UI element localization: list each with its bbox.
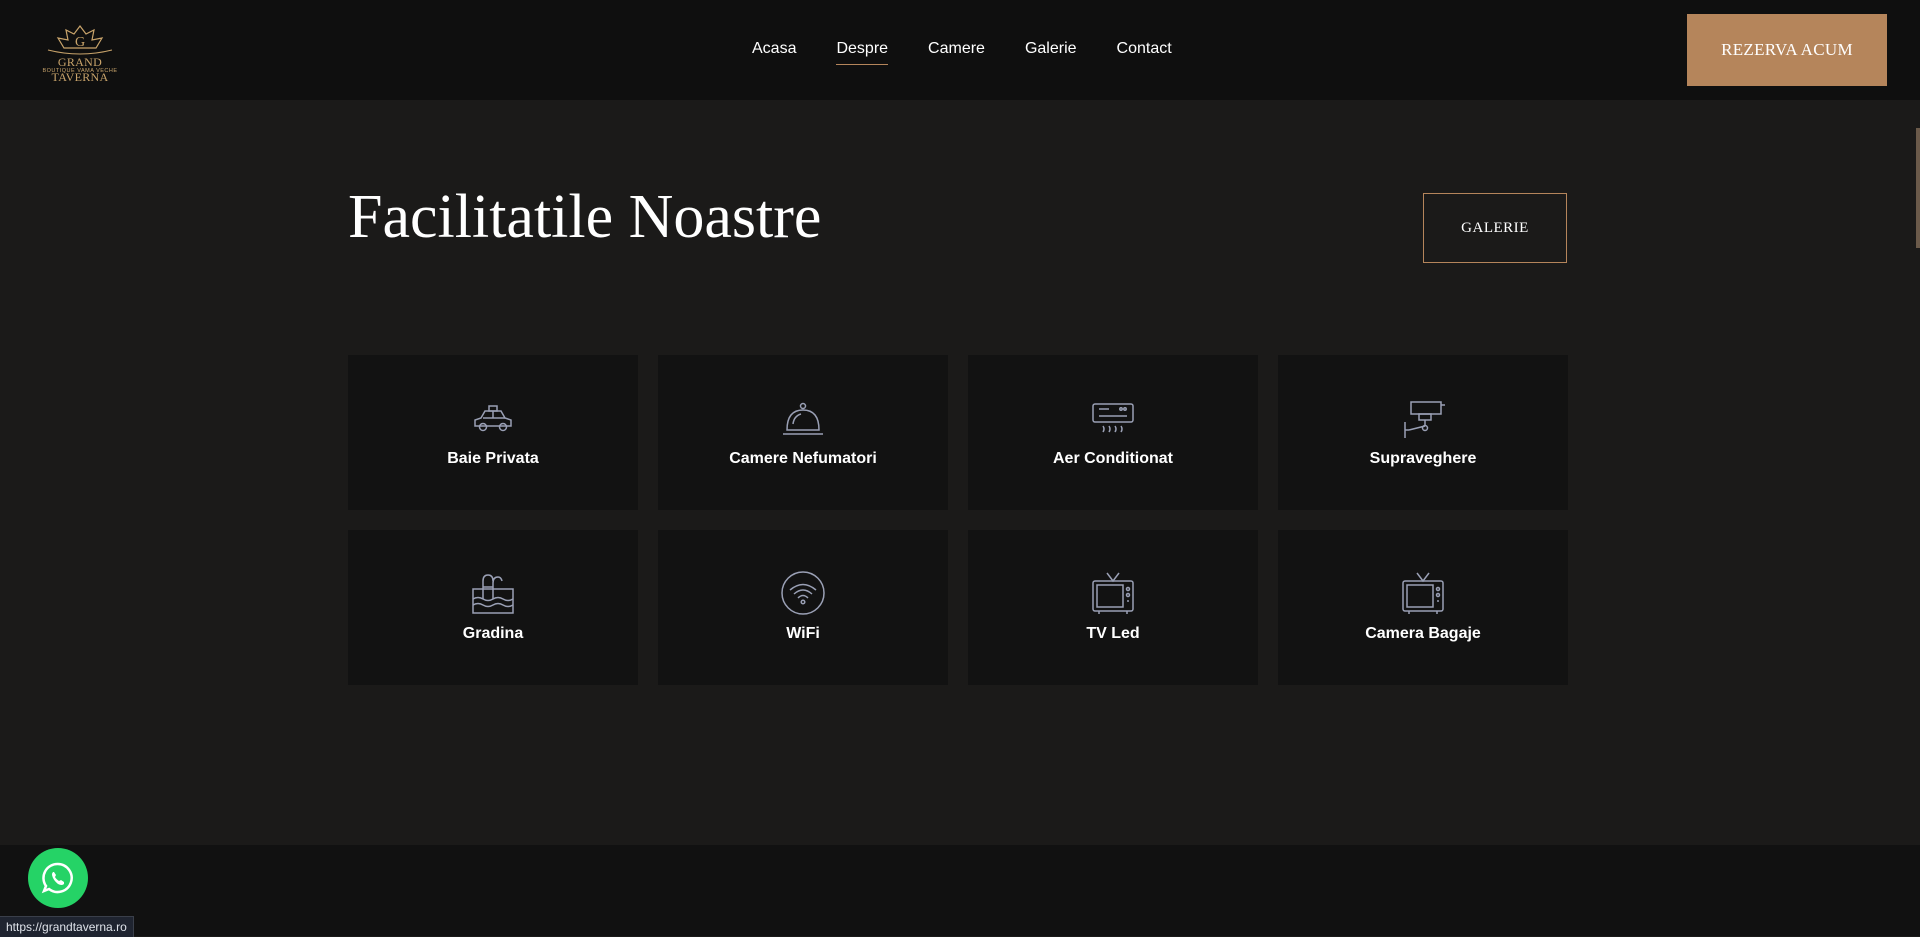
logo[interactable]: G GRAND TAVERNA BOUTIQUE VAMA VECHE [28, 24, 132, 84]
nav-item-contact[interactable]: Contact [1097, 37, 1192, 61]
facility-label: Baie Privata [447, 449, 539, 467]
facility-label: Camera Bagaje [1365, 624, 1481, 642]
facility-card: Camere Nefumatori [658, 355, 948, 510]
whatsapp-chat-button[interactable] [28, 848, 88, 908]
nav-item-despre[interactable]: Despre [816, 37, 908, 65]
room-service-bell-icon [779, 394, 827, 442]
facility-label: WiFi [786, 624, 820, 642]
section-title: Facilitatile Noastre [348, 183, 822, 251]
gallery-button[interactable]: GALERIE [1423, 193, 1567, 263]
nav-item-acasa[interactable]: Acasa [732, 37, 816, 61]
facility-card: WiFi [658, 530, 948, 685]
tv-icon [1089, 569, 1137, 617]
nav-item-camere[interactable]: Camere [908, 37, 1005, 61]
facility-label: Gradina [462, 624, 524, 642]
facility-label: Camere Nefumatori [729, 449, 877, 467]
air-conditioner-icon [1089, 394, 1137, 442]
logo-subtitle: BOUTIQUE VAMA VECHE [42, 68, 118, 74]
security-camera-icon [1399, 394, 1447, 442]
facility-label: TV Led [1086, 624, 1140, 642]
facility-card: TV Led [968, 530, 1258, 685]
facility-card: Supraveghere [1278, 355, 1568, 510]
facility-label: Aer Conditionat [1053, 449, 1173, 467]
status-bar-url: https://grandtaverna.ro [0, 916, 134, 937]
logo-crest-icon: G [47, 25, 113, 55]
facility-card: Aer Conditionat [968, 355, 1258, 510]
facility-card: Camera Bagaje [1278, 530, 1568, 685]
tv-icon [1399, 569, 1447, 617]
nav-item-galerie[interactable]: Galerie [1005, 37, 1097, 61]
main-nav: Acasa Despre Camere Galerie Contact [732, 37, 1192, 65]
scrollbar-thumb[interactable] [1916, 128, 1920, 248]
facility-card: Gradina [348, 530, 638, 685]
wifi-icon [779, 569, 827, 617]
facility-label: Supraveghere [1369, 449, 1477, 467]
site-header: G GRAND TAVERNA BOUTIQUE VAMA VECHE Acas… [0, 0, 1920, 100]
pool-icon [469, 569, 517, 617]
taxi-icon [469, 394, 517, 442]
facility-card: Baie Privata [348, 355, 638, 510]
footer-band [0, 845, 1920, 936]
svg-text:G: G [75, 35, 85, 50]
book-now-button[interactable]: REZERVA ACUM [1687, 14, 1887, 86]
whatsapp-icon [41, 862, 73, 894]
facilities-grid: Baie Privata Camere Nefumatori Aer Condi… [348, 355, 1568, 685]
